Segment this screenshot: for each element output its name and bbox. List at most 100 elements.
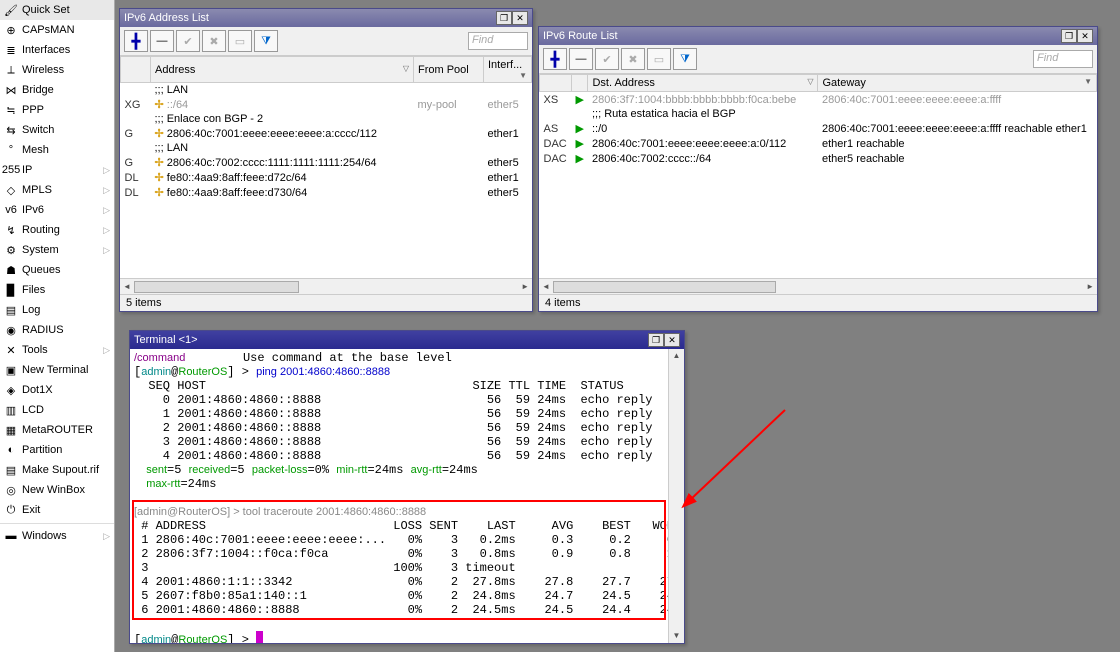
ipv6-route-window: IPv6 Route List ❐ ✕ ╋ — ✔ ✖ ▭ ⧩ Find Dst… xyxy=(538,26,1098,312)
enable-button[interactable]: ✔ xyxy=(595,48,619,70)
comment-button[interactable]: ▭ xyxy=(647,48,671,70)
col-address[interactable]: Address▽ xyxy=(151,57,414,83)
sidebar-item-dot1x[interactable]: ◈Dot1X xyxy=(0,380,114,400)
sidebar-item-switch[interactable]: ⇆Switch xyxy=(0,120,114,140)
window-close-button[interactable]: ✕ xyxy=(1077,29,1093,43)
sidebar-label: New Terminal xyxy=(22,364,88,376)
menu-icon: ◈ xyxy=(4,383,18,397)
sidebar-item-files[interactable]: ▉Files xyxy=(0,280,114,300)
table-row[interactable]: DAC▶2806:40c:7002:cccc::/64ether5 reacha… xyxy=(540,151,1097,166)
remove-button[interactable]: — xyxy=(569,48,593,70)
col-frompool[interactable]: From Pool xyxy=(414,57,484,83)
sidebar-item-partition[interactable]: ◐Partition xyxy=(0,440,114,460)
col-flags[interactable] xyxy=(540,75,572,92)
sidebar-item-wireless[interactable]: ⟂Wireless xyxy=(0,60,114,80)
terminal-output[interactable]: /command Use command at the base level [… xyxy=(130,349,684,643)
address-table[interactable]: Address▽ From Pool Interf...▼ ;;; LANXG✢… xyxy=(120,56,532,278)
sidebar-item-lcd[interactable]: ▥LCD xyxy=(0,400,114,420)
sidebar-label: Partition xyxy=(22,444,62,456)
sidebar-item-tools[interactable]: ✕Tools▷ xyxy=(0,340,114,360)
sidebar-label: IPv6 xyxy=(22,204,44,216)
col-interface[interactable]: Interf...▼ xyxy=(484,57,532,83)
sidebar-item-radius[interactable]: ◉RADIUS xyxy=(0,320,114,340)
sidebar-label: MetaROUTER xyxy=(22,424,93,436)
menu-icon: ▤ xyxy=(4,463,18,477)
sidebar-item-metarouter[interactable]: ▦ MetaROUTER xyxy=(0,420,114,440)
table-row[interactable]: AS▶::/02806:40c:7001:eeee:eeee:eeee:a:ff… xyxy=(540,121,1097,136)
h-scrollbar[interactable] xyxy=(120,278,532,294)
toolbar: ╋ — ✔ ✖ ▭ ⧩ Find xyxy=(539,45,1097,74)
table-row[interactable]: XG✢ ::/64my-poolether5 xyxy=(121,97,532,112)
menu-icon: ▦ xyxy=(4,423,18,437)
add-button[interactable]: ╋ xyxy=(543,48,567,70)
window-titlebar[interactable]: IPv6 Route List ❐ ✕ xyxy=(539,27,1097,45)
sidebar-item-ppp[interactable]: ≒PPP xyxy=(0,100,114,120)
col-flags[interactable] xyxy=(121,57,151,83)
table-row[interactable]: ;;; Ruta estatica hacia el BGP xyxy=(540,107,1097,121)
route-table[interactable]: Dst. Address▽ Gateway▼ XS▶2806:3f7:1004:… xyxy=(539,74,1097,278)
menu-icon: ▣ xyxy=(4,363,18,377)
sidebar-item-routing[interactable]: ↯Routing▷ xyxy=(0,220,114,240)
find-input[interactable]: Find xyxy=(468,32,528,50)
table-row[interactable]: DL✢ fe80::4aa9:8aff:feee:d72c/64ether1 xyxy=(121,170,532,185)
sidebar-item-new-terminal[interactable]: ▣ New Terminal xyxy=(0,360,114,380)
table-row[interactable]: DL✢ fe80::4aa9:8aff:feee:d730/64ether5 xyxy=(121,185,532,200)
disable-button[interactable]: ✖ xyxy=(202,30,226,52)
sidebar-item-ipv6[interactable]: v6IPv6▷ xyxy=(0,200,114,220)
table-row[interactable]: ;;; LAN xyxy=(121,141,532,155)
window-restore-button[interactable]: ❐ xyxy=(648,333,664,347)
menu-icon: ▬ xyxy=(4,529,18,543)
table-row[interactable]: G✢ 2806:40c:7001:eeee:eeee:eeee:a:cccc/1… xyxy=(121,126,532,141)
window-titlebar[interactable]: Terminal <1> ❐ ✕ xyxy=(130,331,684,349)
sidebar-item-exit[interactable]: ⏻Exit xyxy=(0,500,114,520)
table-row[interactable]: G✢ 2806:40c:7002:cccc:1111:1111:1111:254… xyxy=(121,155,532,170)
sidebar-item-mesh[interactable]: °Mesh xyxy=(0,140,114,160)
table-row[interactable]: XS▶2806:3f7:1004:bbbb:bbbb:bbbb:f0ca:beb… xyxy=(540,92,1097,108)
window-close-button[interactable]: ✕ xyxy=(512,11,528,25)
sidebar-label: Windows xyxy=(22,530,67,542)
remove-button[interactable]: — xyxy=(150,30,174,52)
sidebar-label: MPLS xyxy=(22,184,52,196)
window-restore-button[interactable]: ❐ xyxy=(496,11,512,25)
filter-button[interactable]: ⧩ xyxy=(673,48,697,70)
col-dst[interactable]: Dst. Address▽ xyxy=(588,75,818,92)
sidebar-item-windows[interactable]: ▬Windows▷ xyxy=(0,523,114,546)
menu-icon: 255 xyxy=(4,163,18,177)
sidebar-item-interfaces[interactable]: ≣Interfaces xyxy=(0,40,114,60)
window-close-button[interactable]: ✕ xyxy=(664,333,680,347)
sidebar-item-system[interactable]: ⚙System▷ xyxy=(0,240,114,260)
table-row[interactable]: ;;; LAN xyxy=(121,83,532,98)
terminal-window: Terminal <1> ❐ ✕ /command Use command at… xyxy=(129,330,685,644)
table-row[interactable]: DAC▶2806:40c:7001:eeee:eeee:eeee:a:0/112… xyxy=(540,136,1097,151)
window-titlebar[interactable]: IPv6 Address List ❐ ✕ xyxy=(120,9,532,27)
col-icon[interactable] xyxy=(572,75,588,92)
disable-button[interactable]: ✖ xyxy=(621,48,645,70)
sidebar-label: RADIUS xyxy=(22,324,64,336)
sidebar-item-bridge[interactable]: ⋈Bridge xyxy=(0,80,114,100)
table-row[interactable]: ;;; Enlace con BGP - 2 xyxy=(121,112,532,126)
v-scrollbar[interactable] xyxy=(668,349,684,643)
sidebar-item-mpls[interactable]: ◇MPLS▷ xyxy=(0,180,114,200)
h-scrollbar[interactable] xyxy=(539,278,1097,294)
sidebar-item-capsman[interactable]: ⊕CAPsMAN xyxy=(0,20,114,40)
find-input[interactable]: Find xyxy=(1033,50,1093,68)
sidebar-label: Bridge xyxy=(22,84,54,96)
sidebar-label: System xyxy=(22,244,59,256)
col-gateway[interactable]: Gateway▼ xyxy=(818,75,1097,92)
sidebar-item-ip[interactable]: 255IP▷ xyxy=(0,160,114,180)
chevron-right-icon: ▷ xyxy=(103,165,110,176)
sidebar-item-make-supout.rif[interactable]: ▤Make Supout.rif xyxy=(0,460,114,480)
sidebar-label: Queues xyxy=(22,264,61,276)
comment-button[interactable]: ▭ xyxy=(228,30,252,52)
window-restore-button[interactable]: ❐ xyxy=(1061,29,1077,43)
add-button[interactable]: ╋ xyxy=(124,30,148,52)
sidebar-item-new-winbox[interactable]: ◎New WinBox xyxy=(0,480,114,500)
sidebar-item-queues[interactable]: ☗Queues xyxy=(0,260,114,280)
sidebar-label: Switch xyxy=(22,124,54,136)
sidebar-item-quick-set[interactable]: 🖌Quick Set xyxy=(0,0,114,20)
sidebar-item-log[interactable]: ▤Log xyxy=(0,300,114,320)
menu-icon: ⏻ xyxy=(4,503,18,517)
filter-button[interactable]: ⧩ xyxy=(254,30,278,52)
annotation-arrow xyxy=(675,400,795,520)
enable-button[interactable]: ✔ xyxy=(176,30,200,52)
